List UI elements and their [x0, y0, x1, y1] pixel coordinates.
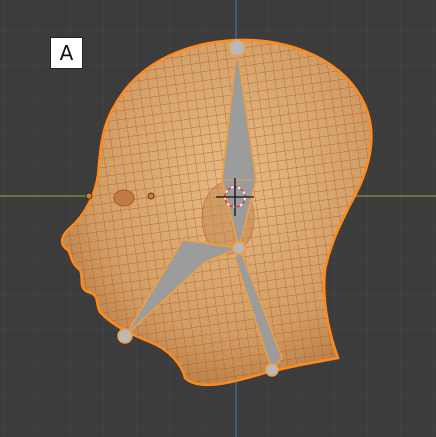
bone-joint-mid[interactable] [232, 241, 246, 255]
3d-viewport[interactable]: A [0, 0, 436, 437]
bone-joint-top[interactable] [228, 39, 246, 57]
bone-joint-neck[interactable] [265, 363, 279, 377]
bone-joint-jaw[interactable] [117, 328, 133, 344]
object-origin[interactable] [85, 192, 93, 200]
annotation-label-text: A [59, 41, 74, 65]
annotation-label: A [50, 37, 83, 69]
object-origin-secondary[interactable] [147, 192, 155, 200]
